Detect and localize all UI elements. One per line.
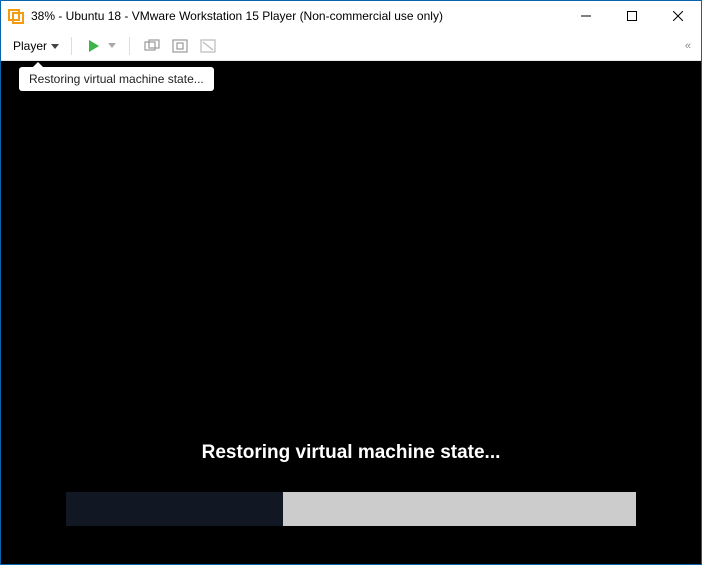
unity-mode-icon[interactable] (197, 35, 219, 57)
progress-bar (66, 492, 636, 526)
window-controls (563, 1, 701, 31)
restore-heading: Restoring virtual machine state... (202, 442, 501, 464)
maximize-button[interactable] (609, 1, 655, 31)
play-dropdown-icon[interactable] (106, 35, 118, 57)
tooltip-text: Restoring virtual machine state... (29, 72, 204, 86)
toolbar: Player « (1, 31, 701, 61)
player-menu-button[interactable]: Player (9, 37, 63, 55)
fullscreen-icon[interactable] (169, 35, 191, 57)
chevron-down-icon (51, 39, 59, 53)
minimize-button[interactable] (563, 1, 609, 31)
player-menu-label: Player (13, 39, 47, 53)
toolbar-separator (71, 37, 72, 55)
collapse-toolbar-icon[interactable]: « (685, 40, 689, 52)
toolbar-separator (129, 37, 130, 55)
window-title: 38% - Ubuntu 18 - VMware Workstation 15 … (31, 9, 563, 23)
vm-display-area: Restoring virtual machine state... Resto… (1, 61, 701, 564)
titlebar: 38% - Ubuntu 18 - VMware Workstation 15 … (1, 1, 701, 31)
vmware-app-icon (7, 7, 25, 25)
send-ctrl-alt-del-icon[interactable] (141, 35, 163, 57)
app-window: 38% - Ubuntu 18 - VMware Workstation 15 … (0, 0, 702, 565)
play-icon[interactable] (83, 35, 105, 57)
close-button[interactable] (655, 1, 701, 31)
status-tooltip: Restoring virtual machine state... (19, 67, 214, 91)
progress-bar-fill (66, 492, 283, 526)
restore-panel: Restoring virtual machine state... (1, 442, 701, 564)
